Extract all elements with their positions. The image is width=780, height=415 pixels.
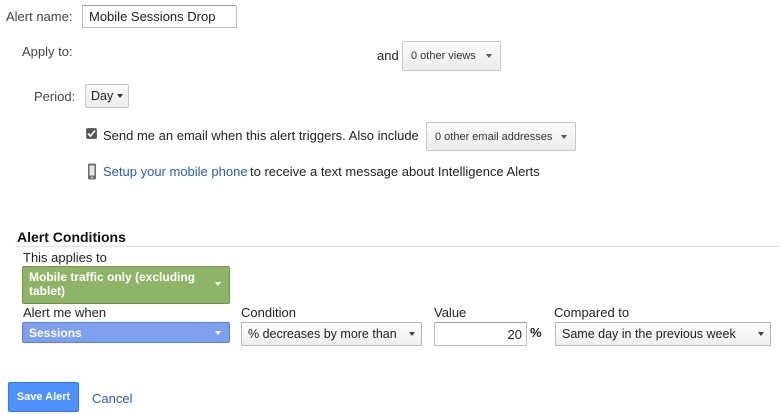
email-addresses-dropdown-label: 0 other email addresses [435, 130, 553, 143]
segment-dropdown[interactable]: Mobile traffic only (excluding tablet) [22, 266, 230, 304]
chevron-down-icon [561, 134, 567, 139]
chevron-down-icon [117, 94, 123, 98]
apply-to-label: Apply to: [22, 44, 73, 59]
condition-select-label: % decreases by more than [248, 327, 397, 341]
chevron-down-icon [215, 282, 221, 286]
email-checkbox[interactable] [86, 128, 97, 139]
other-views-dropdown-label: 0 other views [411, 50, 476, 62]
segment-dropdown-label: Mobile traffic only (excluding tablet) [29, 270, 196, 298]
email-option-text: Send me an email when this alert trigger… [103, 128, 419, 143]
alert-name-input[interactable] [82, 5, 237, 28]
applies-to-label: This applies to [23, 250, 107, 265]
compared-to-select-label: Same day in the previous week [562, 327, 736, 341]
threshold-value-input[interactable] [434, 322, 527, 346]
chevron-down-icon [486, 54, 492, 58]
email-addresses-dropdown[interactable]: 0 other email addresses [426, 122, 576, 151]
section-divider [15, 246, 780, 247]
alert-me-when-label: Alert me when [23, 305, 107, 320]
condition-select[interactable]: % decreases by more than [241, 322, 422, 346]
compared-to-select[interactable]: Same day in the previous week [555, 322, 771, 346]
mobile-phone-icon [88, 163, 96, 180]
alert-conditions-title: Alert Conditions [17, 229, 126, 245]
period-dropdown[interactable]: Day [85, 84, 129, 108]
chevron-down-icon [215, 330, 221, 335]
period-dropdown-label: Day [91, 89, 114, 103]
and-label: and [377, 48, 399, 63]
condition-label: Condition [241, 305, 296, 320]
chevron-down-icon [758, 332, 764, 336]
checkmark-icon [87, 129, 96, 138]
compared-to-label: Compared to [554, 305, 630, 320]
mobile-description-text: to receive a text message about Intellig… [250, 164, 540, 179]
metric-dropdown[interactable]: Sessions [22, 322, 230, 343]
chevron-down-icon [409, 332, 415, 336]
value-label: Value [434, 305, 467, 320]
other-views-dropdown[interactable]: 0 other views [402, 41, 501, 71]
alert-name-label: Alert name: [6, 9, 73, 24]
period-label: Period: [34, 89, 76, 104]
metric-dropdown-label: Sessions [29, 325, 82, 340]
setup-mobile-phone-link[interactable]: Setup your mobile phone [103, 164, 248, 179]
save-alert-button[interactable]: Save Alert [8, 382, 79, 412]
cancel-link[interactable]: Cancel [92, 391, 132, 406]
percent-symbol: % [530, 325, 542, 340]
